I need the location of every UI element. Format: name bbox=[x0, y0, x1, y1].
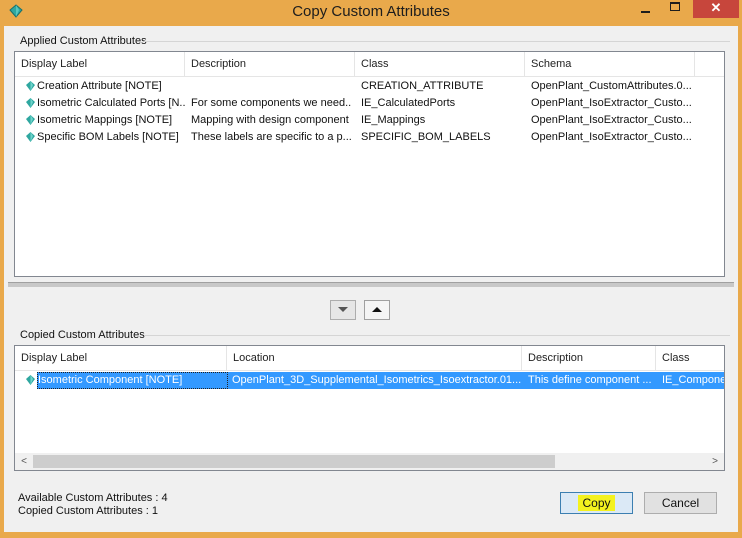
row-description: These labels are specific to a p... bbox=[191, 131, 351, 143]
row-label: Creation Attribute [NOTE] bbox=[37, 80, 162, 92]
applied-group-line bbox=[144, 41, 730, 42]
row-schema: OpenPlant_IsoExtractor_Custo... bbox=[531, 131, 692, 143]
focus-rectangle bbox=[37, 372, 228, 389]
gem-icon bbox=[26, 375, 35, 385]
horizontal-scrollbar[interactable]: < > bbox=[15, 453, 724, 470]
gem-icon bbox=[26, 132, 35, 142]
row-label: Isometric Calculated Ports [N... bbox=[37, 97, 185, 109]
copied-group-line bbox=[144, 335, 730, 336]
copy-button[interactable]: Copy bbox=[560, 492, 633, 514]
table-row[interactable]: Specific BOM Labels [NOTE] These labels … bbox=[15, 129, 724, 146]
row-class: CREATION_ATTRIBUTE bbox=[361, 80, 484, 92]
applied-col-class[interactable]: Class bbox=[355, 52, 525, 76]
row-schema: OpenPlant_IsoExtractor_Custo... bbox=[531, 97, 692, 109]
available-count: Available Custom Attributes : 4 bbox=[18, 492, 168, 504]
close-icon: ✕ bbox=[710, 0, 722, 15]
row-class: IE_Compone bbox=[656, 372, 724, 389]
scroll-right-icon[interactable]: > bbox=[708, 455, 722, 468]
applied-col-schema[interactable]: Schema bbox=[525, 52, 695, 76]
row-class: IE_CalculatedPorts bbox=[361, 97, 456, 109]
minimize-icon bbox=[641, 11, 650, 13]
applied-group-label: Applied Custom Attributes bbox=[20, 35, 147, 47]
maximize-icon bbox=[670, 2, 680, 11]
applied-header-line bbox=[15, 76, 724, 77]
gem-icon bbox=[26, 98, 35, 108]
gem-icon bbox=[26, 115, 35, 125]
cancel-button[interactable]: Cancel bbox=[644, 492, 717, 514]
close-button[interactable]: ✕ bbox=[693, 0, 739, 18]
table-row[interactable]: Isometric Mappings [NOTE] Mapping with d… bbox=[15, 112, 724, 129]
row-schema: OpenPlant_IsoExtractor_Custo... bbox=[531, 114, 692, 126]
applied-col-filler bbox=[695, 52, 724, 76]
minimize-button[interactable] bbox=[632, 0, 658, 18]
copied-header-line bbox=[15, 370, 724, 371]
gem-icon bbox=[26, 81, 35, 91]
row-schema: OpenPlant_CustomAttributes.0... bbox=[531, 80, 692, 92]
copied-group-label: Copied Custom Attributes bbox=[20, 329, 145, 341]
row-label: Isometric Mappings [NOTE] bbox=[37, 114, 173, 126]
row-location: OpenPlant_3D_Supplemental_Isometrics_Iso… bbox=[228, 372, 522, 389]
row-description: This define component ... bbox=[522, 372, 656, 389]
applied-col-display-label[interactable]: Display Label bbox=[15, 52, 185, 76]
copy-label: Copy bbox=[578, 495, 615, 511]
applied-list[interactable]: Display Label Description Class Schema C… bbox=[14, 51, 725, 277]
row-description: Mapping with design component bbox=[191, 114, 349, 126]
window-title: Copy Custom Attributes bbox=[292, 3, 450, 20]
dialog-window: Copy Custom Attributes ✕ Applied Custom … bbox=[0, 0, 742, 538]
row-label: Specific BOM Labels [NOTE] bbox=[37, 131, 179, 143]
copied-list[interactable]: Display Label Location Description Class… bbox=[14, 345, 725, 471]
row-class: IE_Mappings bbox=[361, 114, 426, 126]
table-row[interactable]: Creation Attribute [NOTE] CREATION_ATTRI… bbox=[15, 78, 724, 95]
row-class: SPECIFIC_BOM_LABELS bbox=[361, 131, 491, 143]
scroll-thumb[interactable] bbox=[33, 455, 555, 468]
scroll-left-icon[interactable]: < bbox=[17, 455, 31, 468]
dialog-client: Applied Custom Attributes Display Label … bbox=[4, 26, 738, 532]
copied-col-class[interactable]: Class bbox=[656, 346, 724, 370]
copied-col-description[interactable]: Description bbox=[522, 346, 656, 370]
table-row[interactable]: Isometric Calculated Ports [N... For som… bbox=[15, 95, 724, 112]
splitter[interactable] bbox=[8, 282, 734, 287]
row-description bbox=[191, 78, 351, 95]
copied-col-location[interactable]: Location bbox=[227, 346, 522, 370]
applied-col-description[interactable]: Description bbox=[185, 52, 355, 76]
maximize-button[interactable] bbox=[662, 0, 688, 18]
row-description: For some components we need... bbox=[191, 97, 351, 109]
copied-col-display-label[interactable]: Display Label bbox=[15, 346, 227, 370]
triangle-down-icon bbox=[338, 307, 348, 312]
move-down-button[interactable] bbox=[330, 300, 356, 320]
table-row[interactable]: Isometric Component [NOTE] OpenPlant_3D_… bbox=[15, 372, 724, 389]
title-bar[interactable]: Copy Custom Attributes ✕ bbox=[0, 0, 742, 24]
triangle-up-icon bbox=[372, 307, 382, 312]
move-up-button[interactable] bbox=[364, 300, 390, 320]
copied-count: Copied Custom Attributes : 1 bbox=[18, 505, 159, 517]
